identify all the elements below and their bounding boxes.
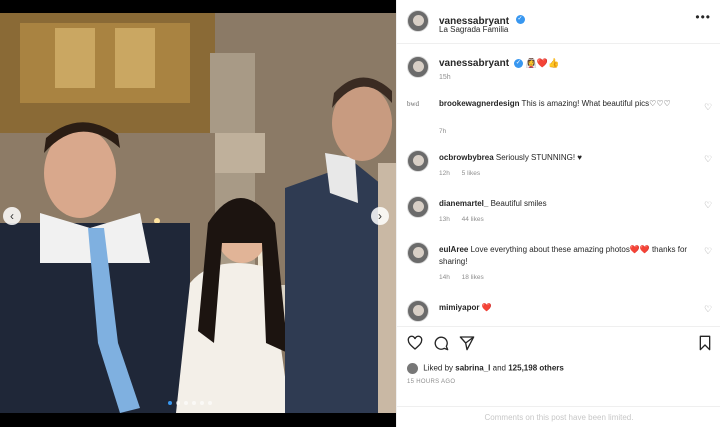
chevron-left-icon[interactable]: ‹ <box>3 207 21 225</box>
post-actions: Liked by sabrina_l and 125,198 others 15… <box>397 326 720 406</box>
comment-meta: 7h <box>439 128 456 135</box>
photo-bottom-bar <box>0 413 396 427</box>
comments-limited-notice: Comments on this post have been limited. <box>397 406 720 427</box>
comment-text-row: mimiyapor ❤️ <box>439 302 691 314</box>
liked-connector: and <box>492 363 506 373</box>
carousel-dot <box>176 401 180 405</box>
chevron-right-icon[interactable]: › <box>371 207 389 225</box>
comment-time: 12h <box>439 170 450 177</box>
more-options-icon[interactable]: ••• <box>695 10 711 24</box>
comment-bubble-icon[interactable] <box>433 335 449 351</box>
caption-username[interactable]: vanessabryant <box>439 58 509 69</box>
comment-username[interactable]: dianemartel_ <box>439 199 488 208</box>
post-location[interactable]: La Sagrada Familia <box>439 25 508 34</box>
heart-outline-icon[interactable] <box>407 335 423 351</box>
bookmark-icon[interactable] <box>697 335 713 351</box>
liked-first-user[interactable]: sabrina_l <box>455 364 490 373</box>
comment-text-row: dianemartel_ Beautiful smiles <box>439 198 691 210</box>
comment-like-icon[interactable]: ♡ <box>703 304 713 314</box>
liked-by: Liked by sabrina_l and 125,198 others <box>407 363 564 374</box>
comment-like-icon[interactable]: ♡ <box>703 246 713 256</box>
comment-likes[interactable]: 5 likes <box>462 170 480 177</box>
author-avatar[interactable] <box>407 10 429 32</box>
verified-icon: ✓ <box>515 15 525 25</box>
comment-meta: 12h 5 likes <box>439 170 490 177</box>
comment-text: Beautiful smiles <box>490 199 547 208</box>
comment-item: mimiyapor ❤️ ♡ <box>397 298 720 326</box>
caption-avatar[interactable] <box>407 56 429 78</box>
comment-username[interactable]: eulAree <box>439 245 468 254</box>
liked-others[interactable]: 125,198 others <box>508 364 564 373</box>
liker-avatar <box>407 363 418 374</box>
comment-username[interactable]: mimiyapor <box>439 303 479 312</box>
comment-text-row: brookewagnerdesign This is amazing! What… <box>439 98 691 110</box>
post-header: vanessabryant ✓ La Sagrada Familia ••• <box>397 0 720 44</box>
comment-text-row: eulAree Love everything about these amaz… <box>439 244 691 268</box>
comment-like-icon[interactable]: ♡ <box>703 102 713 112</box>
post-time-ago: 15 HOURS AGO <box>407 379 456 385</box>
commenter-avatar[interactable] <box>407 242 429 264</box>
comment-text: Seriously STUNNING! ♥ <box>495 153 583 162</box>
comment-username[interactable]: ocbrowbybrea <box>439 153 494 162</box>
comment-like-icon[interactable]: ♡ <box>703 200 713 210</box>
caption-time: 15h <box>439 74 451 81</box>
carousel-dots <box>168 401 212 405</box>
carousel-dot <box>184 401 188 405</box>
comment-text: ❤️ <box>481 303 492 312</box>
comment-like-icon[interactable]: ♡ <box>703 154 713 164</box>
verified-icon: ✓ <box>513 58 523 68</box>
comment-likes[interactable]: 18 likes <box>462 274 484 281</box>
carousel-dot <box>192 401 196 405</box>
commenter-avatar[interactable]: bwd <box>407 100 419 108</box>
comment-item: bwd brookewagnerdesign This is amazing! … <box>397 94 720 140</box>
comment-likes[interactable]: 44 likes <box>462 216 484 223</box>
comments-list: bwd brookewagnerdesign This is amazing! … <box>397 88 720 326</box>
liked-prefix: Liked by <box>423 363 454 373</box>
comment-time: 14h <box>439 274 450 281</box>
carousel-dot <box>200 401 204 405</box>
carousel-dot <box>208 401 212 405</box>
post-photo[interactable]: ‹ › <box>0 13 396 413</box>
comment-text-row: ocbrowbybrea Seriously STUNNING! ♥ <box>439 152 691 164</box>
caption-row: vanessabryant ✓ 👰‍♀️❤️👍 <box>439 58 559 69</box>
carousel-dot-active <box>168 401 172 405</box>
paper-plane-icon[interactable] <box>459 335 475 351</box>
comment-item: eulAree Love everything about these amaz… <box>397 240 720 290</box>
photo-top-bar <box>0 0 396 13</box>
photo-scene <box>0 13 396 413</box>
post-side-panel: vanessabryant ✓ La Sagrada Familia ••• v… <box>396 0 720 427</box>
comment-username[interactable]: brookewagnerdesign <box>439 99 519 108</box>
commenter-avatar[interactable] <box>407 196 429 218</box>
commenter-avatar[interactable] <box>407 150 429 172</box>
comment-meta: 13h 44 likes <box>439 216 494 223</box>
comment-item: dianemartel_ Beautiful smiles 13h 44 lik… <box>397 194 720 232</box>
comment-time: 7h <box>439 128 447 135</box>
commenter-avatar[interactable] <box>407 300 429 322</box>
comment-time: 13h <box>439 216 450 223</box>
caption-emojis: 👰‍♀️❤️👍 <box>525 58 560 68</box>
comment-item: ocbrowbybrea Seriously STUNNING! ♥ 12h 5… <box>397 148 720 186</box>
comment-text: Love everything about these amazing phot… <box>439 245 688 266</box>
comment-text: This is amazing! What beautiful pics♡♡♡ <box>521 99 671 108</box>
comment-meta: 14h 18 likes <box>439 274 494 281</box>
